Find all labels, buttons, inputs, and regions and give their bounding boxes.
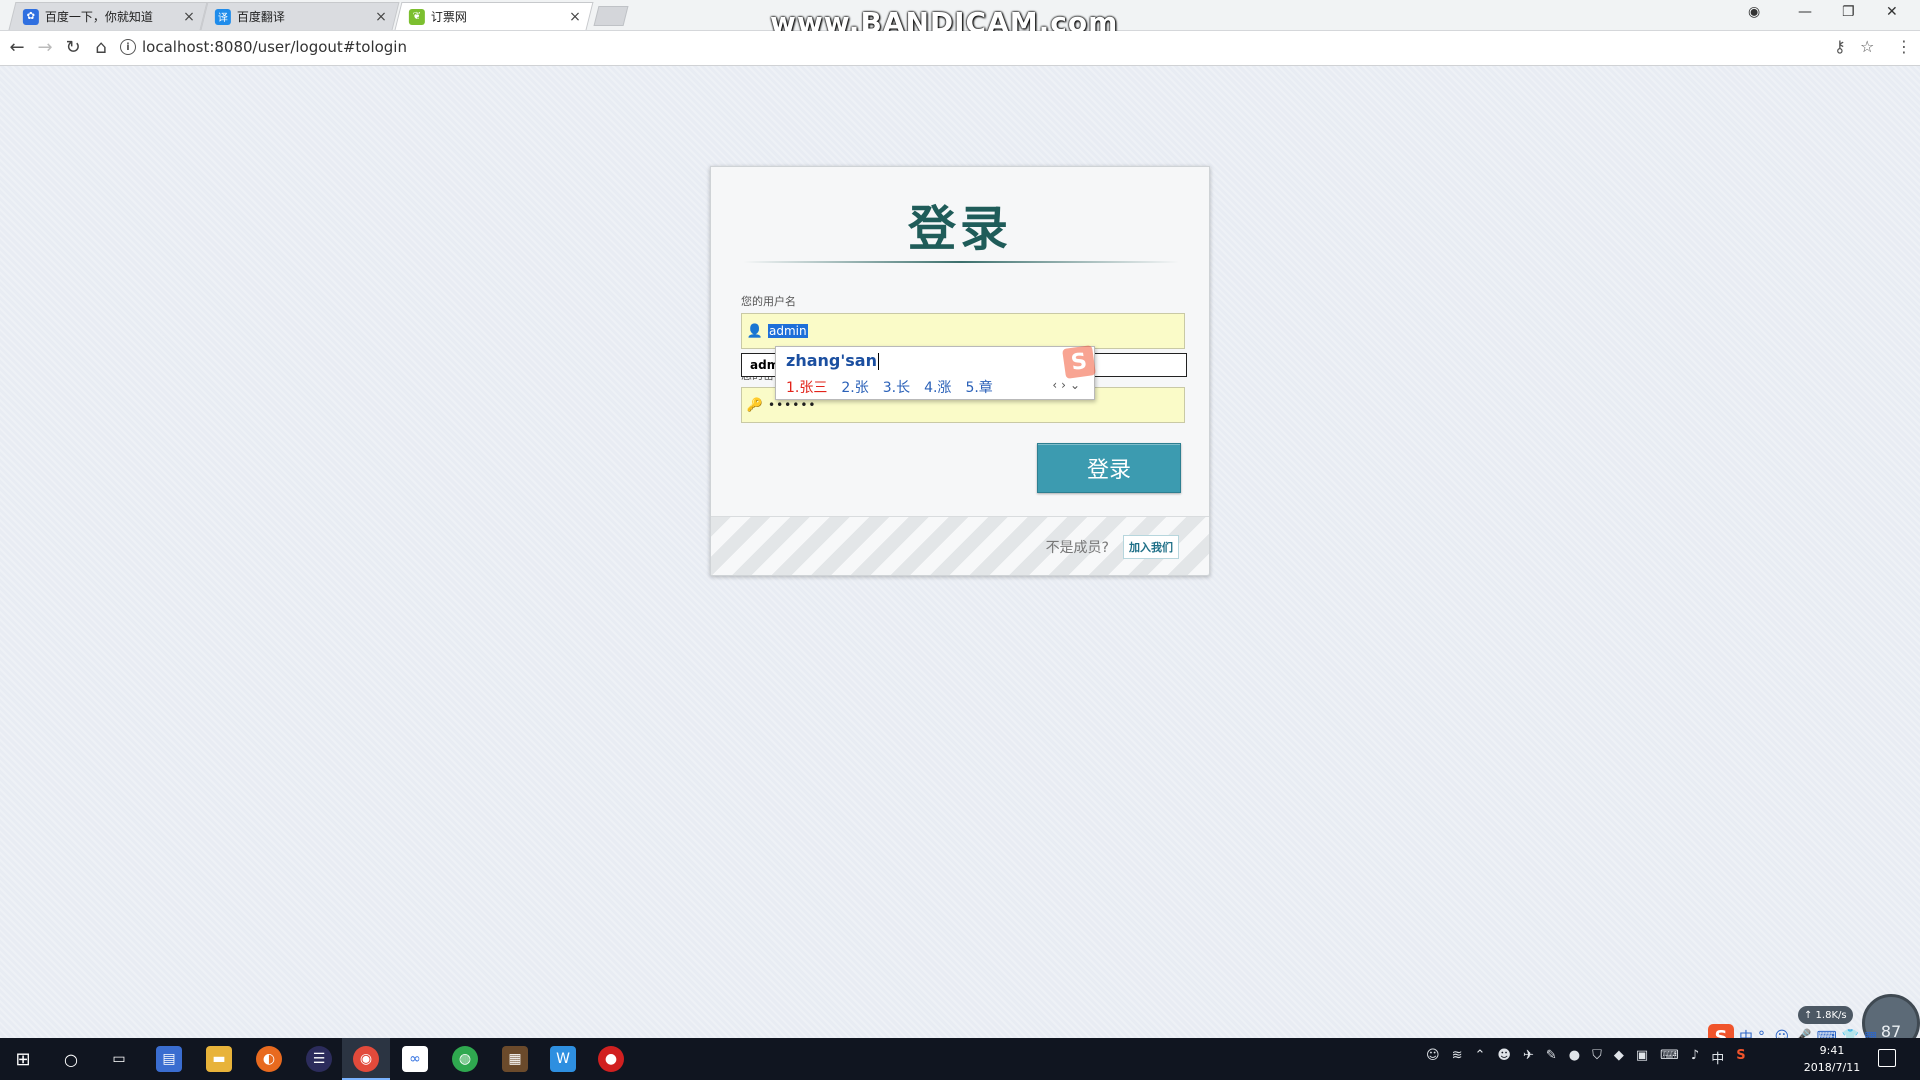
control-panel-icon[interactable]: ▤: [156, 1046, 182, 1072]
sogou-tray-icon[interactable]: S: [1736, 1048, 1745, 1067]
ime-candidate[interactable]: 2.张: [841, 377, 868, 397]
show-hidden-icon[interactable]: ⌃: [1474, 1048, 1485, 1067]
profile-icon[interactable]: ◉: [1748, 4, 1760, 20]
page-background: 登录 您的用户名 👤 admin 您的密码 adm 🔑 •••••• zhang…: [0, 66, 1920, 1052]
restore-button[interactable]: ❐: [1842, 4, 1855, 20]
ime-candidate[interactable]: 1.张三: [786, 377, 827, 397]
close-icon[interactable]: ×: [375, 9, 387, 25]
bandicam-record-icon[interactable]: ●: [598, 1046, 624, 1072]
baidu-translate-icon: 译: [214, 8, 231, 25]
input-language[interactable]: 中: [1711, 1048, 1724, 1067]
username-field[interactable]: 👤 admin: [741, 313, 1185, 349]
sogou-logo-icon: S: [1062, 345, 1096, 379]
notification-center-icon[interactable]: [1878, 1049, 1896, 1067]
tray-app-icon[interactable]: ✎: [1546, 1048, 1557, 1067]
menu-icon[interactable]: ⋮: [1896, 37, 1912, 56]
cortana-search-icon[interactable]: ○: [58, 1046, 84, 1072]
tab-title: 百度一下，你就知道: [44, 10, 153, 24]
tray-app-icon[interactable]: ◆: [1614, 1048, 1624, 1067]
password-value: ••••••: [768, 398, 817, 412]
ime-candidate[interactable]: 4.涨: [924, 377, 951, 397]
address-bar: ← → ↻ ⌂ i localhost:8080/user/logout#tol…: [0, 31, 1920, 66]
info-icon[interactable]: i: [120, 39, 136, 55]
home-icon[interactable]: ⌂: [90, 37, 112, 58]
ime-candidate[interactable]: 5.章: [965, 377, 992, 397]
url-text: localhost:8080/user/logout#tologin: [142, 38, 407, 56]
forward-icon[interactable]: →: [34, 37, 56, 58]
user-icon: 👤: [746, 323, 764, 339]
login-footer: 不是成员? 加入我们: [711, 516, 1209, 575]
chrome-alt-icon[interactable]: ◍: [452, 1046, 478, 1072]
tray-app-icon[interactable]: ✈: [1523, 1048, 1534, 1067]
taskbar: ⊞ ○ ▭ ▤ ▬ ◐ ☰ ◉ ∞ ◍ ▦ W ● ☺ ≋ ⌃ ☻ ✈ ✎ ● …: [0, 1038, 1920, 1080]
tab-baidu-translate[interactable]: 译 百度翻译 ×: [200, 2, 400, 30]
minimize-button[interactable]: —: [1798, 4, 1812, 20]
close-icon[interactable]: ×: [183, 9, 195, 25]
close-window-button[interactable]: ✕: [1886, 4, 1898, 20]
game-app-icon[interactable]: ▦: [502, 1046, 528, 1072]
ime-candidate-popup: zhang'san S 1.张三 2.张 3.长 4.涨 5.章 ‹›⌄: [775, 345, 1096, 400]
reload-icon[interactable]: ↻: [62, 37, 84, 58]
baidu-paw-icon: ✿: [22, 8, 39, 25]
username-value: admin: [768, 324, 808, 338]
word-app-icon[interactable]: W: [550, 1046, 576, 1072]
eclipse-icon[interactable]: ☰: [306, 1046, 332, 1072]
tray-app-icon[interactable]: ●: [1569, 1048, 1580, 1067]
join-us-link[interactable]: 加入我们: [1123, 535, 1179, 559]
shield-icon[interactable]: ⛉: [1592, 1048, 1602, 1067]
title-divider: [743, 261, 1179, 263]
qq-icon[interactable]: ☻: [1497, 1048, 1511, 1067]
chrome-icon[interactable]: ◉: [353, 1046, 379, 1072]
tab-title: 订票网: [430, 10, 467, 24]
windows-start-icon[interactable]: ⊞: [10, 1046, 36, 1072]
ime-composition: zhang'san: [786, 351, 879, 370]
firefox-icon[interactable]: ◐: [256, 1046, 282, 1072]
close-icon[interactable]: ×: [569, 9, 581, 25]
leaf-icon: ❦: [408, 8, 425, 25]
new-tab-button[interactable]: [593, 6, 629, 26]
file-explorer-icon[interactable]: ▬: [206, 1046, 232, 1072]
url-field[interactable]: i localhost:8080/user/logout#tologin: [120, 34, 1840, 60]
clock[interactable]: 9:41 2018/7/11: [1800, 1042, 1864, 1076]
login-card: 登录 您的用户名 👤 admin 您的密码 adm 🔑 •••••• zhang…: [710, 166, 1210, 576]
ime-candidate-list: 1.张三 2.张 3.长 4.涨 5.章: [786, 377, 993, 397]
text-caret: [877, 353, 879, 370]
username-label: 您的用户名: [741, 295, 796, 308]
tray-app-icon[interactable]: ▣: [1636, 1048, 1648, 1067]
ime-composition-text: zhang'san: [786, 351, 877, 370]
back-icon[interactable]: ←: [6, 37, 28, 58]
task-view-icon[interactable]: ▭: [106, 1046, 132, 1072]
star-icon[interactable]: ☆: [1860, 37, 1874, 56]
tab-booking[interactable]: ❦ 订票网 ×: [394, 2, 594, 30]
tab-title: 百度翻译: [236, 10, 285, 24]
wifi-icon[interactable]: ≋: [1452, 1048, 1463, 1067]
clock-time: 9:41: [1819, 1044, 1845, 1057]
key-icon: 🔑: [746, 397, 764, 413]
tab-baidu[interactable]: ✿ 百度一下，你就知道 ×: [8, 2, 208, 30]
page-title: 登录: [907, 201, 1012, 257]
browser-tab-bar: ✿ 百度一下，你就知道 × 译 百度翻译 × ❦ 订票网 × www.BANDI…: [0, 0, 1920, 39]
baidu-netdisk-icon[interactable]: ∞: [402, 1046, 428, 1072]
network-icon[interactable]: ⌨: [1660, 1048, 1679, 1067]
system-tray: ☺ ≋ ⌃ ☻ ✈ ✎ ● ⛉ ◆ ▣ ⌨ ♪ 中 S: [1426, 1048, 1746, 1067]
people-icon[interactable]: ☺: [1426, 1048, 1440, 1067]
login-button[interactable]: 登录: [1037, 443, 1181, 493]
key-icon[interactable]: ⚷: [1834, 37, 1846, 56]
ime-page-arrows-icon[interactable]: ‹›⌄: [1052, 378, 1084, 392]
not-member-text: 不是成员?: [1045, 540, 1109, 556]
clock-date: 2018/7/11: [1803, 1061, 1861, 1074]
volume-icon[interactable]: ♪: [1691, 1048, 1699, 1067]
ime-candidate[interactable]: 3.长: [883, 377, 910, 397]
